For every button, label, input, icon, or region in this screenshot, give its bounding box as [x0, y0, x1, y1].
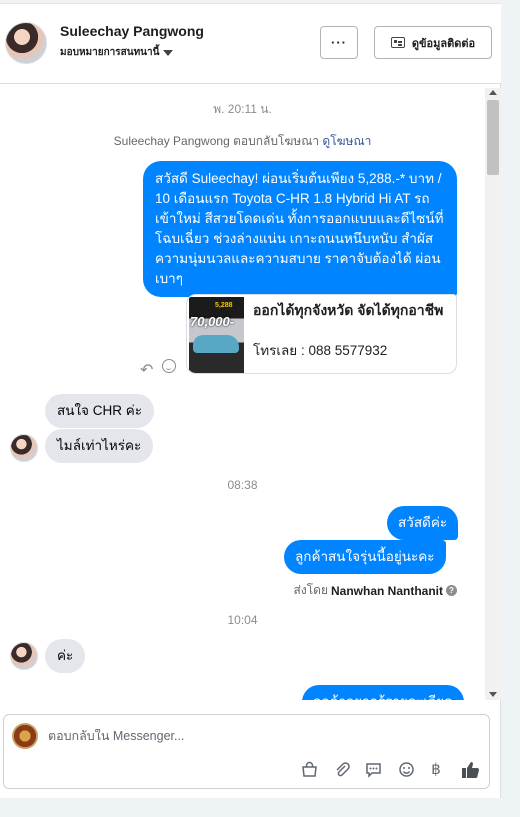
ad-thumb-small-text: 5,288	[215, 302, 233, 309]
composer: ฿	[3, 714, 490, 789]
scrollbar-thumb[interactable]	[487, 100, 499, 175]
emoji-icon[interactable]	[396, 759, 416, 779]
view-contact-button[interactable]: ดูข้อมูลติดต่อ	[374, 26, 492, 59]
ad-reply-note: Suleechay Pangwong ตอบกลับโฆษณา ดูโฆษณา	[0, 132, 485, 151]
sent-by-label: ส่งโดย Nanwhan Nanthanit ?	[294, 581, 457, 600]
sent-by-prefix: ส่งโดย	[293, 583, 328, 597]
avatar	[10, 642, 38, 670]
reply-input[interactable]	[48, 729, 468, 743]
ad-reply-note-text: Suleechay Pangwong ตอบกลับโฆษณา	[113, 134, 320, 148]
car-image	[193, 335, 239, 353]
message-thread[interactable]: พ. 20:11 น. Suleechay Pangwong ตอบกลับโฆ…	[0, 85, 485, 700]
ad-card[interactable]: 5,288 70,000- ออกได้ทุกจังหวัด จัดได้ทุก…	[186, 294, 457, 374]
scroll-down-icon[interactable]	[489, 692, 497, 697]
avatar	[10, 434, 38, 462]
conversation-header: Suleechay Pangwong มอบหมายการสนทนานี้ ··…	[0, 4, 501, 84]
ad-thumbnail: 5,288 70,000-	[189, 297, 244, 373]
ad-message-bubble: สวัสดี Suleechay! ผ่อนเริ่มต้นเพียง 5,28…	[143, 161, 457, 297]
page-avatar	[12, 723, 38, 749]
scroll-up-icon[interactable]	[489, 90, 497, 95]
baht-icon[interactable]: ฿	[426, 759, 446, 779]
more-icon: ···	[331, 35, 347, 50]
shop-bag-icon[interactable]	[299, 759, 319, 779]
contact-name[interactable]: Suleechay Pangwong	[60, 23, 204, 39]
more-options-button[interactable]: ···	[320, 26, 358, 59]
reply-icon[interactable]: ↶	[140, 360, 153, 380]
ad-thumb-price: 70,000-	[190, 314, 235, 329]
view-contact-label: ดูข้อมูลติดต่อ	[411, 37, 476, 50]
sender-name: Nanwhan Nanthanit	[330, 583, 443, 598]
ad-phone: โทรเลย : 088 5577932	[253, 343, 388, 358]
ad-title: ออกได้ทุกจังหวัด จัดได้ทุกอาชีพ	[253, 302, 444, 318]
view-ad-link[interactable]: ดูโฆษณา	[322, 134, 371, 148]
timestamp: 08:38	[227, 478, 258, 492]
outgoing-message: สวัสดีค่ะ	[387, 506, 459, 540]
assign-label: มอบหมายการสนทนานี้	[60, 47, 160, 58]
saved-reply-icon[interactable]	[363, 759, 383, 779]
timestamp: 10:04	[227, 613, 258, 627]
like-icon[interactable]	[460, 759, 480, 779]
incoming-message: ค่ะ	[45, 639, 86, 673]
incoming-message: สนใจ CHR ค่ะ	[45, 394, 155, 428]
outgoing-message: ลูกค้าอยากรู้รายละเอียด	[302, 685, 464, 700]
messenger-panel: Suleechay Pangwong มอบหมายการสนทนานี้ ··…	[0, 0, 501, 798]
attachment-icon[interactable]	[331, 759, 351, 779]
chevron-down-icon	[163, 49, 174, 56]
avatar[interactable]	[5, 22, 47, 64]
incoming-message: ไมล์เท่าไหร่คะ	[45, 429, 154, 463]
assign-conversation-dropdown[interactable]: มอบหมายการสนทนานี้	[60, 45, 174, 60]
help-icon[interactable]: ?	[446, 585, 457, 596]
outgoing-message: ลูกค้าสนใจรุ่นนี้อยู่นะคะ	[284, 540, 446, 574]
scrollbar[interactable]	[485, 88, 501, 700]
smile-icon[interactable]	[162, 359, 176, 373]
contact-card-icon	[390, 37, 405, 48]
timestamp: พ. 20:11 น.	[213, 102, 272, 116]
